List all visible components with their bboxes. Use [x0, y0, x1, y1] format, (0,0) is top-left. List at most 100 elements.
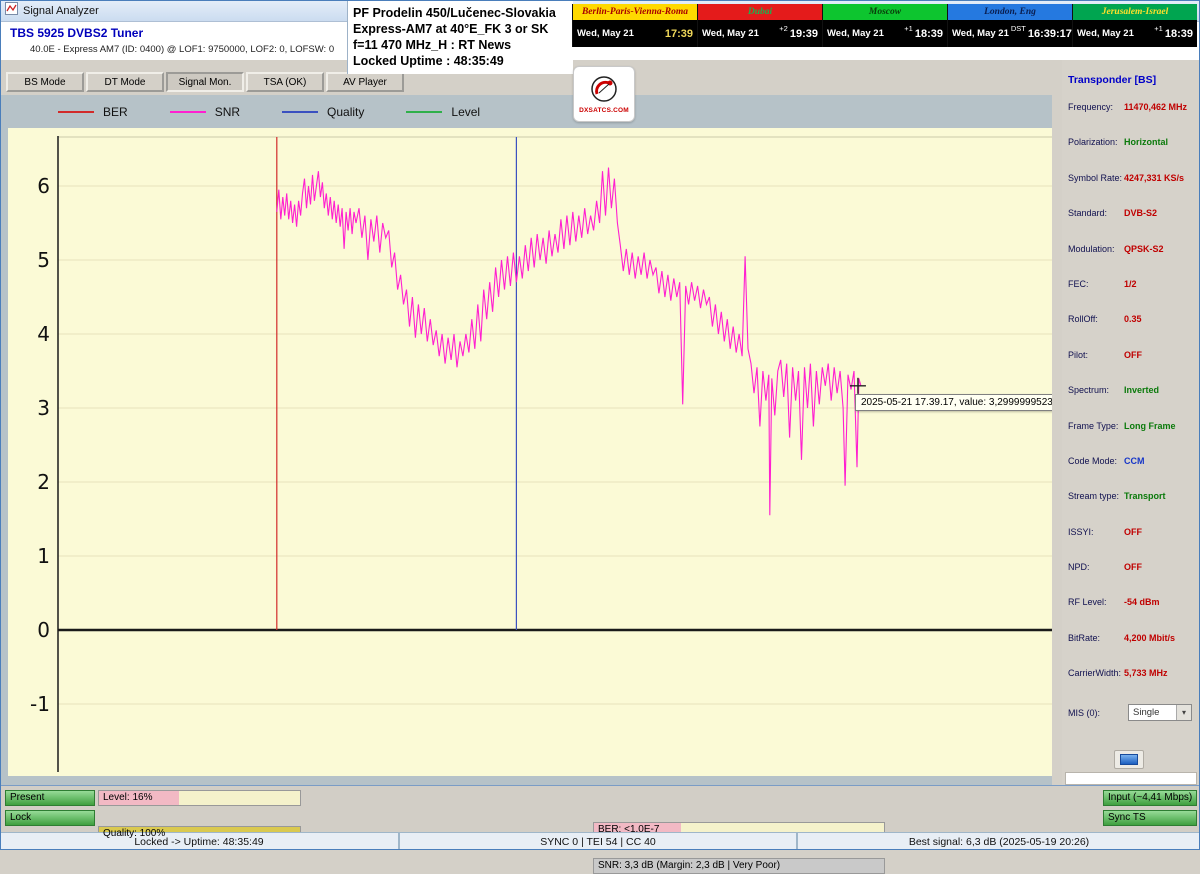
param-value: Inverted [1124, 385, 1159, 418]
tab-button-tsa-ok[interactable]: TSA (OK) [246, 72, 324, 92]
ber-label: BER: <1.0E-7 [594, 823, 884, 837]
clock-time: 17:39 [665, 28, 693, 40]
site-info-line: Express-AM7 at 40°E_FK 3 or SK [353, 21, 573, 37]
clock-city-label: Jerusalem-Israel [1073, 4, 1197, 20]
param-value: -54 dBm [1124, 597, 1160, 630]
quality-meter: Quality: 100% [98, 826, 301, 842]
clock-utc-offset: +2 [779, 20, 788, 33]
param-label: Symbol Rate: [1068, 173, 1124, 206]
param-value: CCM [1124, 456, 1145, 489]
tuner-name: TBS 5925 DVBS2 Tuner [10, 26, 143, 40]
mis-row: MIS (0): Single ▾ [1068, 704, 1192, 721]
param-value: 4,200 Mbit/s [1124, 633, 1175, 666]
ber-meter: BER: <1.0E-7 [593, 822, 885, 838]
snr-label: SNR: 3,3 dB (Margin: 2,3 dB | Very Poor) [594, 859, 884, 873]
param-value: QPSK-S2 [1124, 244, 1164, 277]
clock-berlin-paris-vienna-roma: Berlin-Paris-Vienna-Roma Wed, May 21 17:… [572, 4, 697, 47]
param-row-frame-type: Frame Type: Long Frame [1062, 419, 1200, 454]
param-row-modulation: Modulation: QPSK-S2 [1062, 242, 1200, 277]
tab-button-dt-mode[interactable]: DT Mode [86, 72, 164, 92]
site-info: PF Prodelin 450/Lučenec-Slovakia Express… [347, 0, 573, 74]
transponder-title: Transponder [BS] [1068, 74, 1156, 86]
tab-strip: BS Mode DT Mode Signal Mon.TSA (OK) AV Play… [6, 72, 404, 92]
plot-area[interactable]: 6543210-1 2025-05-21 17.39.17, value: 3,… [8, 128, 1052, 776]
clock-time: 16:39:17 [1028, 28, 1072, 40]
mis-select[interactable]: Single ▾ [1128, 704, 1192, 721]
clock-time: 19:39 [790, 28, 818, 40]
window-title: Signal Analyzer [23, 5, 99, 17]
param-label: Frequency: [1068, 102, 1124, 135]
param-label: Modulation: [1068, 244, 1124, 277]
param-row-pilot: Pilot: OFF [1062, 348, 1200, 383]
tab-label: AV Player [343, 77, 387, 88]
clock-london-eng: London, Eng Wed, May 21 DST 16:39:17 [947, 4, 1072, 47]
tab-button-av-player[interactable]: AV Player [326, 72, 404, 92]
legend-line-swatch [282, 111, 318, 113]
clock-time-row: Wed, May 21 17:39 [573, 20, 697, 47]
param-value: DVB-S2 [1124, 208, 1157, 241]
legend-line-swatch [170, 111, 206, 113]
dxsatcs-logo-text: DXSATCS.COM [579, 107, 629, 114]
site-info-line: PF Prodelin 450/Lučenec-Slovakia [353, 5, 573, 21]
tab-label: DT Mode [105, 77, 146, 88]
transponder-rows: Frequency: 11470,462 MHz Polarization: H… [1062, 100, 1200, 702]
param-value: 0.35 [1124, 314, 1142, 347]
sync-ts-indicator: Sync TS [1103, 810, 1197, 826]
param-label: Frame Type: [1068, 421, 1124, 454]
param-row-rf-level: RF Level: -54 dBm [1062, 595, 1200, 630]
param-value: 11470,462 MHz [1124, 102, 1187, 135]
clock-jerusalem-israel: Jerusalem-Israel Wed, May 21 +1 18:39 [1072, 4, 1197, 47]
site-info-line: Locked Uptime : 48:35:49 [353, 53, 573, 69]
clock-time-row: Wed, May 21 DST 16:39:17 [948, 20, 1072, 47]
param-row-frequency: Frequency: 11470,462 MHz [1062, 100, 1200, 135]
satellite-dish-icon [588, 75, 620, 105]
clock-date: Wed, May 21 [827, 28, 884, 39]
param-label: Standard: [1068, 208, 1124, 241]
chevron-down-icon: ▾ [1176, 705, 1191, 720]
app-icon [5, 2, 18, 20]
param-row-rolloff: RollOff: 0.35 [1062, 312, 1200, 347]
clock-date: Wed, May 21 [702, 28, 759, 39]
clock-date: Wed, May 21 [577, 28, 634, 39]
dxsatcs-logo: DXSATCS.COM [573, 66, 635, 122]
param-row-fec: FEC: 1/2 [1062, 277, 1200, 312]
clock-time-row: Wed, May 21 +1 18:39 [1073, 20, 1197, 47]
param-row-stream-type: Stream type: Transport [1062, 489, 1200, 524]
clock-time-row: Wed, May 21 +2 19:39 [698, 20, 822, 47]
clock-city-label: London, Eng [948, 4, 1072, 20]
param-label: ISSYI: [1068, 527, 1124, 560]
save-button[interactable] [1114, 750, 1144, 769]
param-label: Pilot: [1068, 350, 1124, 383]
tuner-details: 40.0E - Express AM7 (ID: 0400) @ LOF1: 9… [30, 44, 334, 55]
param-row-code-mode: Code Mode: CCM [1062, 454, 1200, 489]
legend-label: SNR [215, 105, 240, 119]
chart-legend: BER SNR Quality Level [58, 105, 480, 119]
clock-time: 18:39 [915, 28, 943, 40]
level-meter: Level: 16% [98, 790, 301, 806]
clock-time-row: Wed, May 21 +1 18:39 [823, 20, 947, 47]
param-row-carrierwidth: CarrierWidth: 5,733 MHz [1062, 666, 1200, 701]
tab-button-signal-mon[interactable]: Signal Mon. [166, 72, 244, 92]
clock-date: Wed, May 21 [952, 28, 1009, 39]
legend-line-swatch [406, 111, 442, 113]
param-value: 1/2 [1124, 279, 1137, 312]
legend-item-snr: SNR [170, 105, 240, 119]
quality-label: Quality: 100% [99, 827, 300, 841]
param-row-issyi: ISSYI: OFF [1062, 525, 1200, 560]
param-label: CarrierWidth: [1068, 668, 1124, 701]
clock-utc-offset: +1 [904, 20, 913, 33]
tab-button-bs-mode[interactable]: BS Mode [6, 72, 84, 92]
panel-splitter[interactable] [1052, 95, 1062, 785]
lock-indicator: Lock [5, 810, 95, 826]
param-row-symbol-rate: Symbol Rate: 4247,331 KS/s [1062, 171, 1200, 206]
legend-item-quality: Quality [282, 105, 364, 119]
param-value: OFF [1124, 562, 1142, 595]
clock-dubai: Dubai Wed, May 21 +2 19:39 [697, 4, 822, 47]
snr-meter: SNR: 3,3 dB (Margin: 2,3 dB | Very Poor) [593, 858, 885, 874]
param-label: Polarization: [1068, 137, 1124, 170]
legend-label: Level [451, 105, 480, 119]
clock-utc-offset: DST [1011, 20, 1026, 33]
legend-line-swatch [58, 111, 94, 113]
mis-selected-value: Single [1133, 707, 1159, 718]
param-row-npd: NPD: OFF [1062, 560, 1200, 595]
